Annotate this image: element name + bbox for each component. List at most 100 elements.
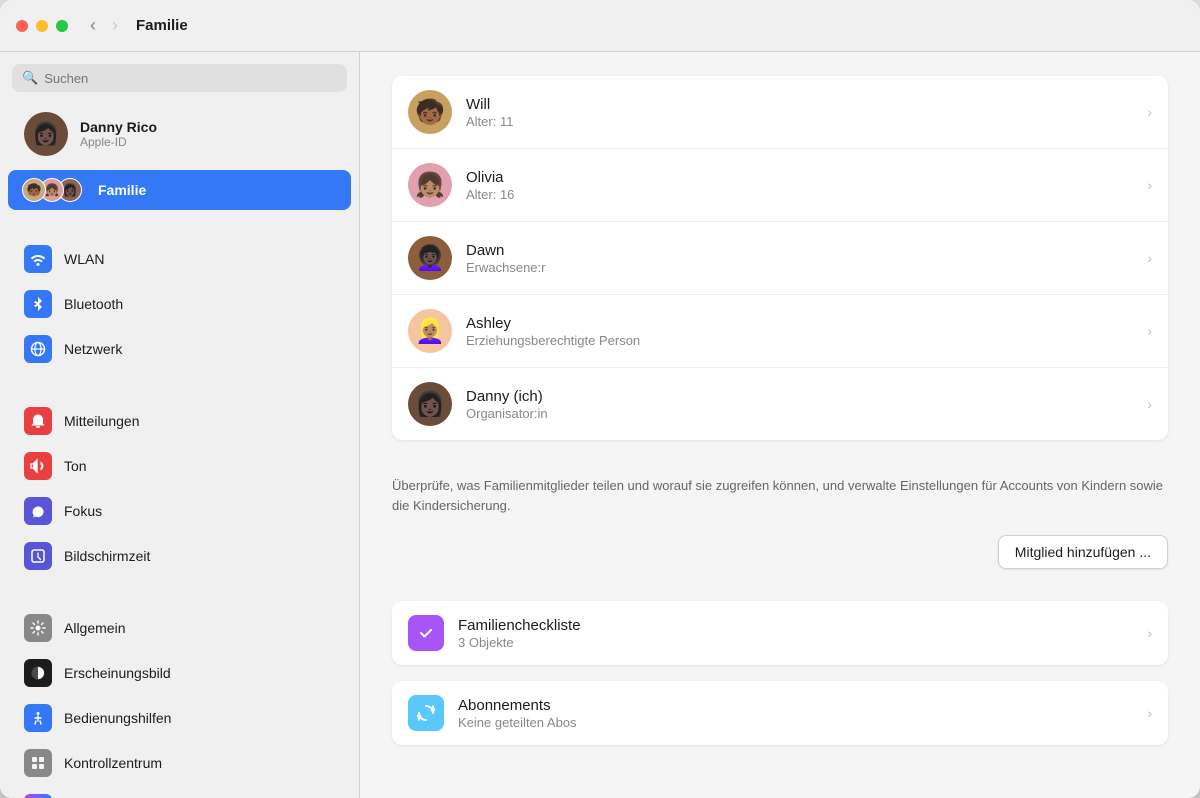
familiencheckliste-icon (408, 615, 444, 651)
chevron-familiencheckliste: › (1147, 625, 1152, 641)
member-info-olivia: Olivia Alter: 16 (466, 169, 1133, 202)
search-input[interactable] (44, 71, 337, 86)
forward-button[interactable]: › (106, 13, 124, 38)
abonnements-info: Abonnements Keine geteilten Abos (458, 697, 1133, 730)
bildschirmzeit-icon (24, 542, 52, 570)
member-avatar-ashley: 👱🏽‍♀️ (408, 309, 452, 353)
abonnements-sub: Keine geteilten Abos (458, 715, 1133, 730)
main-content: 🧒🏾 Will Alter: 11 › 👧🏽 Olivia Alter: 16 … (360, 52, 1200, 798)
abonnements-icon (408, 695, 444, 731)
search-bar[interactable]: 🔍 (12, 64, 347, 92)
sidebar-item-ton[interactable]: Ton (8, 444, 351, 488)
mitteilungen-icon (24, 407, 52, 435)
add-member-row: Mitglied hinzufügen ... (392, 523, 1168, 569)
familiencheckliste-info: Familiencheckliste 3 Objekte (458, 617, 1133, 650)
chevron-abonnements: › (1147, 705, 1152, 721)
member-avatar-olivia: 👧🏽 (408, 163, 452, 207)
sidebar-item-fokus[interactable]: Fokus (8, 489, 351, 533)
erscheinungsbild-label: Erscheinungsbild (64, 665, 171, 681)
chevron-ashley: › (1147, 323, 1152, 339)
member-avatar-danny: 👩🏿 (408, 382, 452, 426)
member-avatar-will: 🧒🏾 (408, 90, 452, 134)
member-info-dawn: Dawn Erwachsene:r (466, 242, 1133, 275)
member-role-ashley: Erziehungsberechtigte Person (466, 333, 1133, 348)
nav-buttons: ‹ › (84, 13, 124, 38)
member-name-dawn: Dawn (466, 242, 1133, 259)
member-avatar-dawn: 👩🏿‍🦱 (408, 236, 452, 280)
user-profile[interactable]: 👩🏿 Danny Rico Apple-ID (8, 102, 351, 166)
member-name-ashley: Ashley (466, 315, 1133, 332)
member-name-danny: Danny (ich) (466, 388, 1133, 405)
chevron-danny: › (1147, 396, 1152, 412)
sidebar-item-netzwerk[interactable]: Netzwerk (8, 327, 351, 371)
fokus-label: Fokus (64, 503, 102, 519)
user-info: Danny Rico Apple-ID (80, 119, 157, 149)
sidebar-item-siri[interactable]: Siri & Spotlight (8, 786, 351, 798)
mini-avatar-1: 🧒🏾 (22, 178, 46, 202)
bedienungshilfen-label: Bedienungshilfen (64, 710, 171, 726)
ton-label: Ton (64, 458, 87, 474)
member-role-olivia: Alter: 16 (466, 187, 1133, 202)
sidebar-item-allgemein[interactable]: Allgemein (8, 606, 351, 650)
chevron-will: › (1147, 104, 1152, 120)
kontrollzentrum-icon (24, 749, 52, 777)
bluetooth-label: Bluetooth (64, 296, 123, 312)
member-info-ashley: Ashley Erziehungsberechtigte Person (466, 315, 1133, 348)
family-member-dawn[interactable]: 👩🏿‍🦱 Dawn Erwachsene:r › (392, 222, 1168, 295)
member-role-will: Alter: 11 (466, 114, 1133, 129)
bedienungshilfen-icon (24, 704, 52, 732)
sidebar-item-familie-label: Familie (98, 182, 146, 198)
close-button[interactable] (16, 20, 28, 32)
titlebar: ‹ › Familie (0, 0, 1200, 52)
ton-icon (24, 452, 52, 480)
user-avatar: 👩🏿 (24, 112, 68, 156)
sidebar-item-bedienungshilfen[interactable]: Bedienungshilfen (8, 696, 351, 740)
sidebar-item-mitteilungen[interactable]: Mitteilungen (8, 399, 351, 443)
member-info-will: Will Alter: 11 (466, 96, 1133, 129)
chevron-olivia: › (1147, 177, 1152, 193)
content-area: 🔍 👩🏿 Danny Rico Apple-ID 🧒🏾 👧🏽 👩🏿 (0, 52, 1200, 798)
sidebar-item-erscheinungsbild[interactable]: Erscheinungsbild (8, 651, 351, 695)
abonnements-name: Abonnements (458, 697, 1133, 714)
fokus-icon (24, 497, 52, 525)
sidebar-item-wlan[interactable]: WLAN (8, 237, 351, 281)
sidebar-section-notif: Mitteilungen Ton (0, 398, 359, 579)
back-button[interactable]: ‹ (84, 13, 102, 38)
minimize-button[interactable] (36, 20, 48, 32)
chevron-dawn: › (1147, 250, 1152, 266)
user-name: Danny Rico (80, 119, 157, 135)
sidebar-item-familie[interactable]: 🧒🏾 👧🏽 👩🏿 Familie (8, 170, 351, 210)
family-member-will[interactable]: 🧒🏾 Will Alter: 11 › (392, 76, 1168, 149)
sidebar-section-network: WLAN Bluetooth (0, 236, 359, 372)
feature-card-abonnements[interactable]: Abonnements Keine geteilten Abos › (392, 681, 1168, 745)
netzwerk-icon (24, 335, 52, 363)
family-description: Überprüfe, was Familienmitglieder teilen… (392, 460, 1168, 523)
allgemein-label: Allgemein (64, 620, 125, 636)
maximize-button[interactable] (56, 20, 68, 32)
search-icon: 🔍 (22, 70, 38, 86)
member-role-danny: Organisator:in (466, 406, 1133, 421)
family-member-ashley[interactable]: 👱🏽‍♀️ Ashley Erziehungsberechtigte Perso… (392, 295, 1168, 368)
bluetooth-icon (24, 290, 52, 318)
family-member-olivia[interactable]: 👧🏽 Olivia Alter: 16 › (392, 149, 1168, 222)
feature-card-familiencheckliste[interactable]: Familiencheckliste 3 Objekte › (392, 601, 1168, 665)
family-member-danny[interactable]: 👩🏿 Danny (ich) Organisator:in › (392, 368, 1168, 440)
wlan-icon (24, 245, 52, 273)
sidebar-item-bluetooth[interactable]: Bluetooth (8, 282, 351, 326)
sidebar-section-system: Allgemein Erscheinungsbild (0, 605, 359, 798)
allgemein-icon (24, 614, 52, 642)
wlan-label: WLAN (64, 251, 104, 267)
siri-icon (24, 794, 52, 798)
bildschirmzeit-label: Bildschirmzeit (64, 548, 150, 564)
main-window: ‹ › Familie 🔍 👩🏿 Danny Rico Apple-ID (0, 0, 1200, 798)
kontrollzentrum-label: Kontrollzentrum (64, 755, 162, 771)
user-subtitle: Apple-ID (80, 135, 157, 149)
member-info-danny: Danny (ich) Organisator:in (466, 388, 1133, 421)
member-name-olivia: Olivia (466, 169, 1133, 186)
member-role-dawn: Erwachsene:r (466, 260, 1133, 275)
familiencheckliste-name: Familiencheckliste (458, 617, 1133, 634)
sidebar-item-kontrollzentrum[interactable]: Kontrollzentrum (8, 741, 351, 785)
sidebar-item-bildschirmzeit[interactable]: Bildschirmzeit (8, 534, 351, 578)
add-member-button[interactable]: Mitglied hinzufügen ... (998, 535, 1168, 569)
familiencheckliste-sub: 3 Objekte (458, 635, 1133, 650)
